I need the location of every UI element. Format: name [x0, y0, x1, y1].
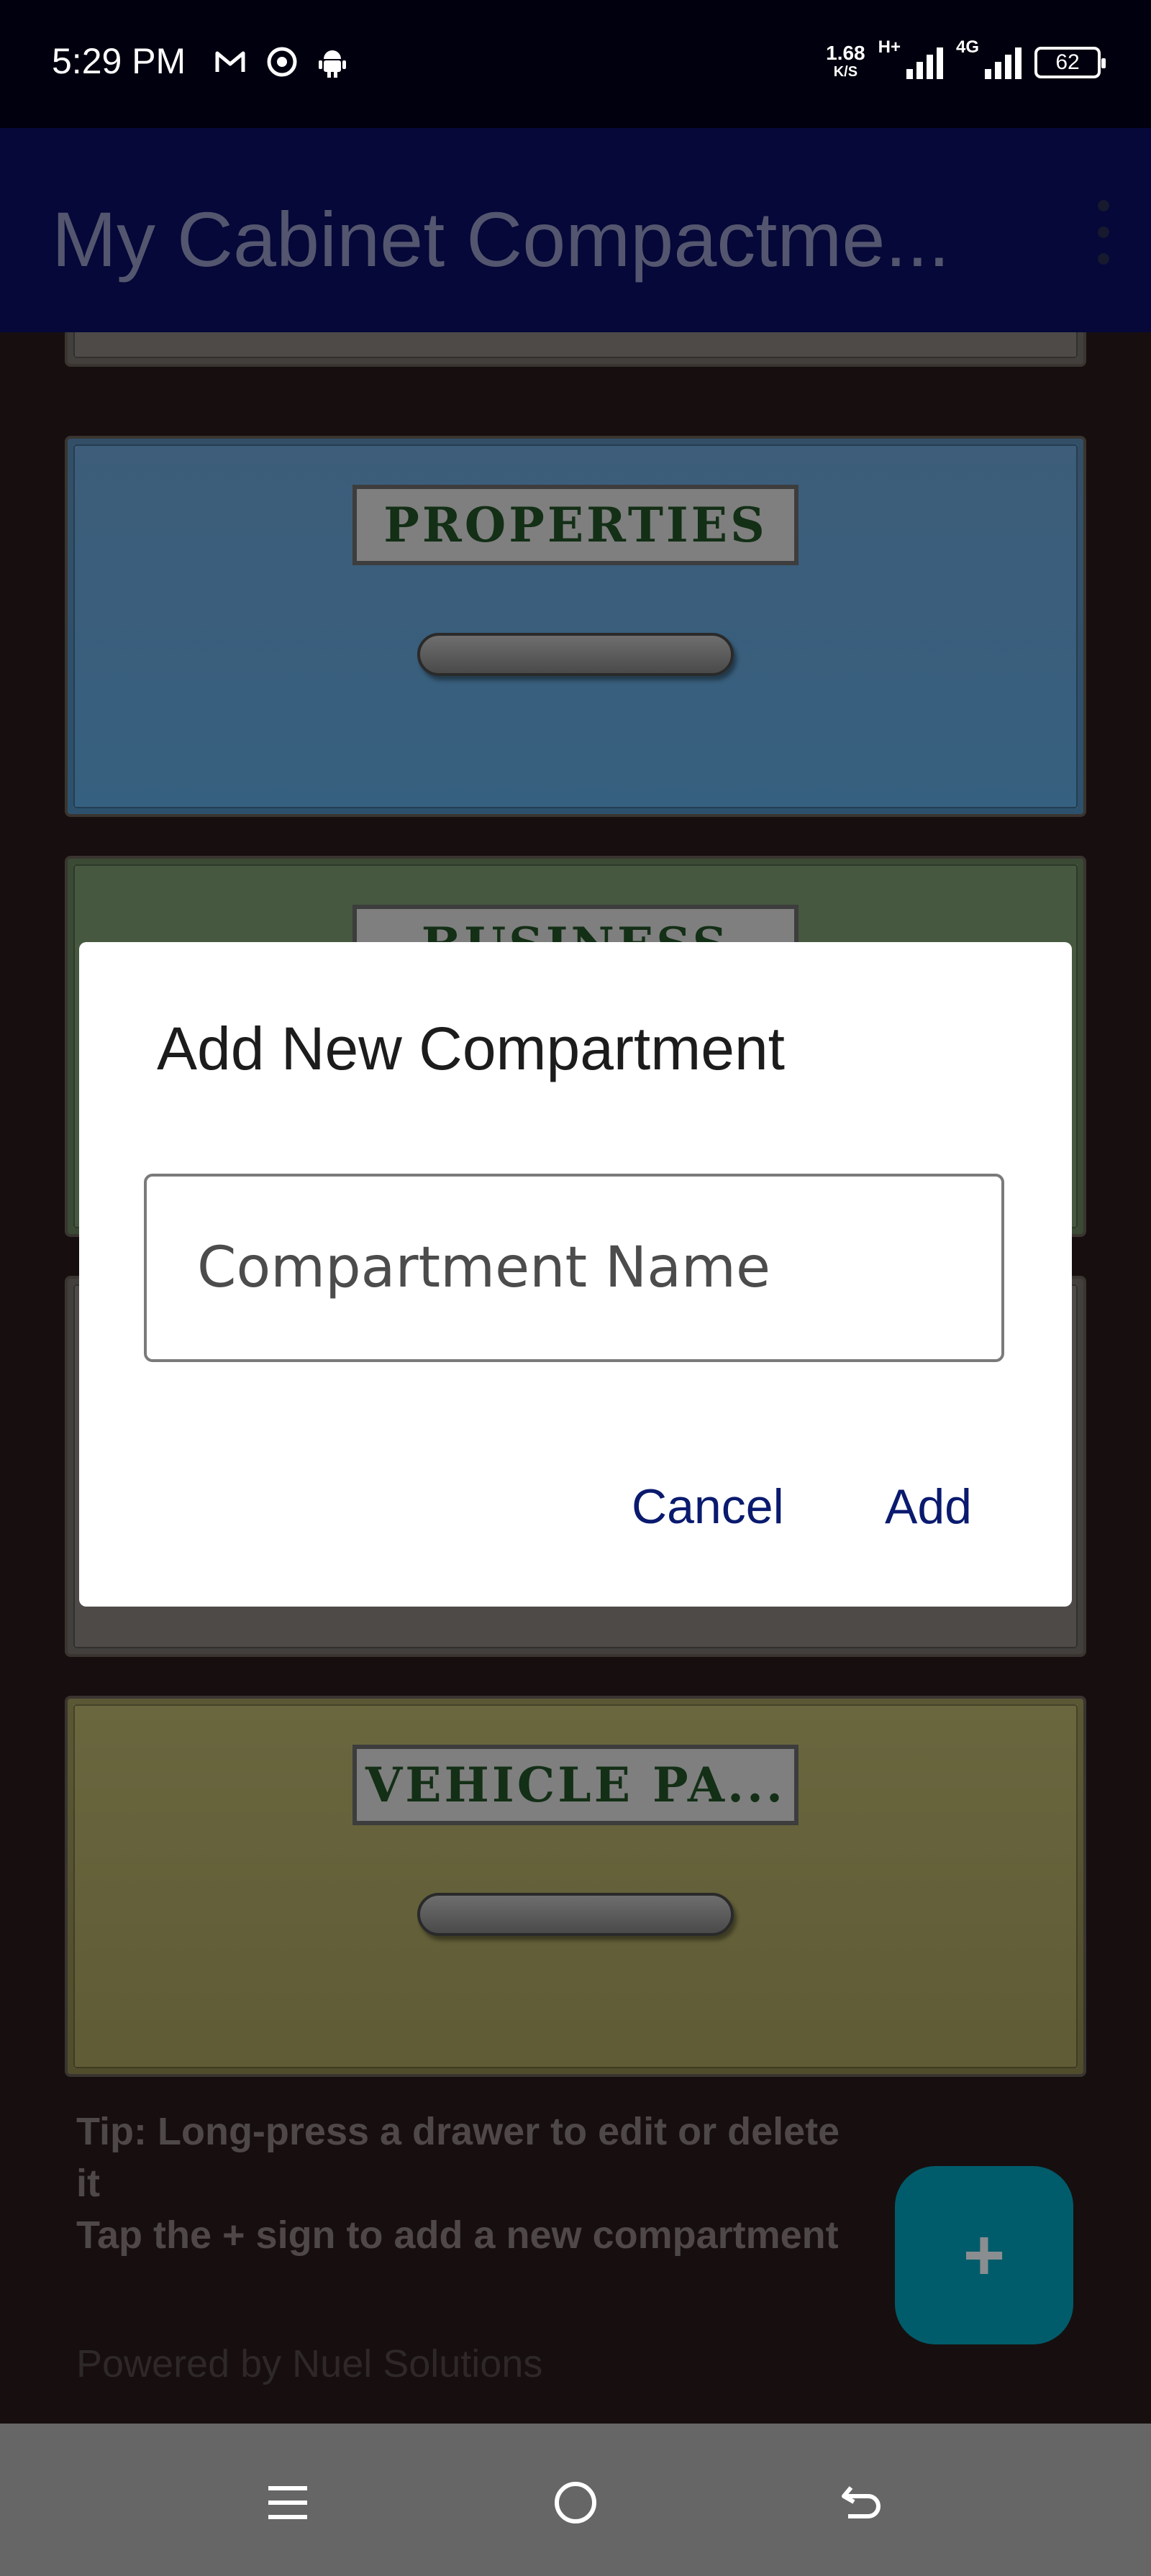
compartment-name-input[interactable] [144, 1174, 1004, 1362]
powered-by: Powered by Nuel Solutions [76, 2342, 543, 2385]
drawer-label: PROPERTIES [352, 485, 799, 565]
signal-strength-icon [906, 46, 943, 79]
signal-type-1: H+ [878, 37, 901, 57]
dialog-title: Add New Compartment [157, 1015, 786, 1082]
drawer-handle [417, 1893, 734, 1936]
more-vert-icon[interactable] [1089, 200, 1118, 265]
add-button[interactable]: Add [885, 1479, 972, 1535]
add-compartment-dialog: Add New Compartment Cancel Add [79, 942, 1072, 1607]
tip-add: Tap the + sign to add a new compartment [76, 2214, 839, 2257]
drawer-0[interactable] [65, 332, 1086, 367]
drawer-properties[interactable]: PROPERTIES [65, 436, 1086, 817]
status-bar: 5:29 PM 1.68 K/S H+ 4G 62 [0, 0, 1151, 128]
drawer-handle [417, 633, 734, 676]
add-compartment-fab[interactable]: + [895, 2166, 1073, 2344]
menu-icon[interactable] [252, 2467, 324, 2539]
plus-icon: + [963, 2215, 1006, 2296]
status-time: 5:29 PM [52, 41, 186, 81]
home-circle-icon[interactable] [540, 2467, 611, 2539]
android-icon [315, 45, 350, 79]
network-speed: 1.68 K/S [826, 42, 865, 81]
drawer-label: VEHICLE PA... [352, 1745, 799, 1825]
drawer-vehicle[interactable]: VEHICLE PA... [65, 1696, 1086, 2077]
signal-type-2: 4G [955, 37, 979, 57]
back-icon[interactable] [827, 2467, 899, 2539]
app-bar: My Cabinet Compactme... [0, 128, 1151, 332]
battery-icon: 62 [1034, 47, 1106, 78]
gmail-icon [213, 45, 247, 79]
navigation-bar [0, 2424, 1151, 2576]
status-indicators: 1.68 K/S H+ 4G 62 [826, 37, 1106, 88]
app-title: My Cabinet Compactme... [52, 196, 950, 283]
cancel-button[interactable]: Cancel [632, 1479, 784, 1535]
chrome-icon [265, 45, 299, 79]
signal-strength-icon-2 [985, 46, 1022, 79]
tip-long-press: Tip: Long-press a drawer to edit or dele… [76, 2110, 840, 2205]
